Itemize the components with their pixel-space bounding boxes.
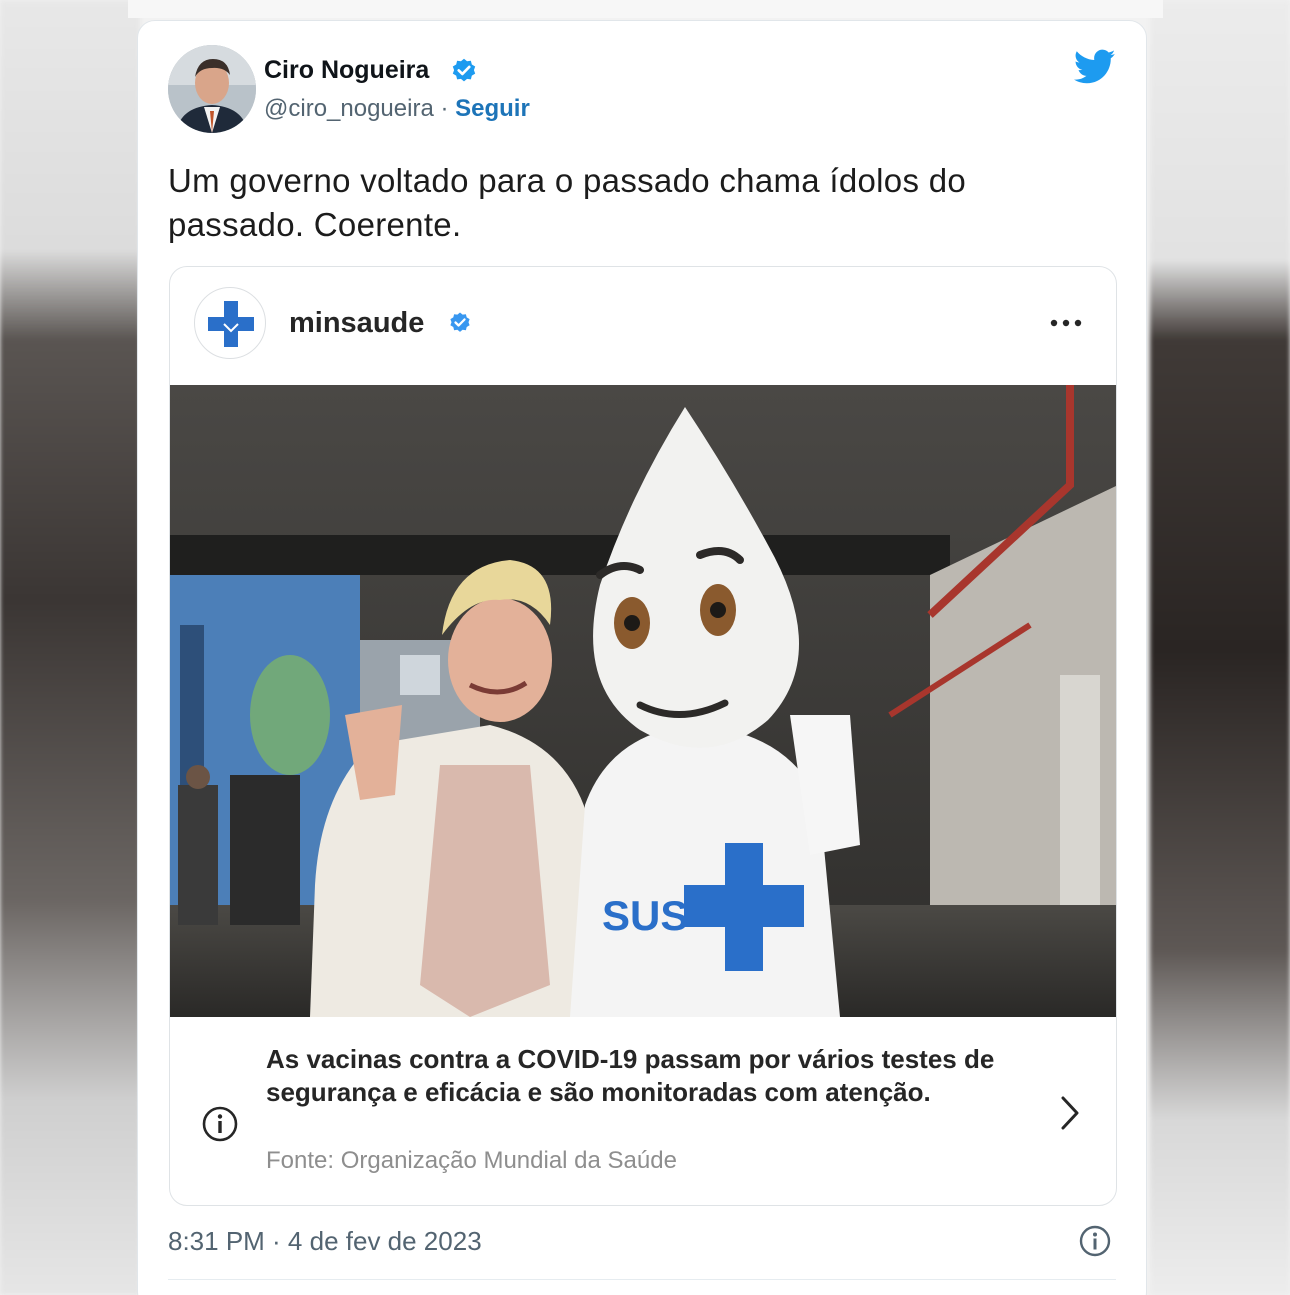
minsaude-avatar[interactable] — [194, 287, 266, 359]
post-photo[interactable]: SUS — [170, 385, 1116, 1017]
tweet-card: Ciro Nogueira @ciro_nogueira · Seguir Um… — [137, 20, 1147, 1295]
notice-source: Fonte: Organização Mundial da Saúde — [266, 1147, 677, 1174]
backdrop-right — [1150, 0, 1290, 1295]
covid-info-notice[interactable]: As vacinas contra a COVID-19 passam por … — [170, 1017, 1116, 1205]
author-avatar[interactable] — [168, 45, 256, 133]
embedded-post-card[interactable]: minsaude SUS As vacinas contra a COVID-1… — [169, 266, 1117, 1206]
embedded-account-name[interactable]: minsaude — [289, 307, 424, 340]
info-circle-icon[interactable] — [1078, 1224, 1112, 1258]
more-dots-icon[interactable] — [1046, 311, 1086, 335]
health-cross-icon — [208, 301, 254, 347]
verified-badge-icon — [450, 312, 470, 332]
tweet-timestamp[interactable]: 8:31 PM · 4 de fev de 2023 — [168, 1226, 482, 1257]
handle-separator: · — [433, 95, 456, 122]
follow-button[interactable]: Seguir — [455, 95, 530, 122]
twitter-bird-icon[interactable] — [1074, 49, 1116, 85]
tweet-text: Um governo voltado para o passado chama … — [168, 162, 967, 243]
notice-text: As vacinas contra a COVID-19 passam por … — [266, 1044, 995, 1107]
author-handle[interactable]: @ciro_nogueira — [264, 95, 434, 122]
backdrop-top — [128, 0, 1163, 18]
chevron-right-icon[interactable] — [1056, 1093, 1084, 1133]
verified-badge-icon — [452, 58, 476, 82]
divider — [168, 1279, 1116, 1280]
author-name[interactable]: Ciro Nogueira — [264, 56, 429, 85]
handle-line: @ciro_nogueira · Seguir — [264, 95, 530, 123]
sus-sign-text: SUS — [602, 892, 688, 939]
backdrop-left — [0, 0, 140, 1295]
info-circle-icon — [202, 1106, 238, 1142]
